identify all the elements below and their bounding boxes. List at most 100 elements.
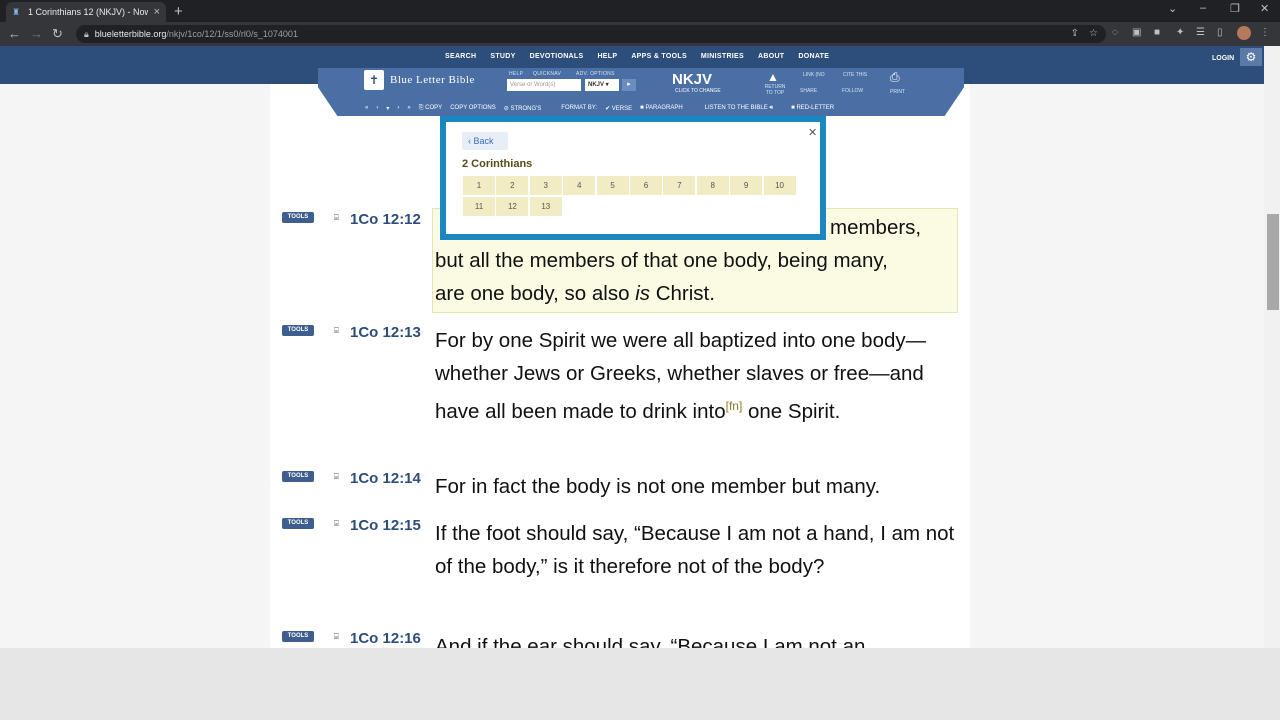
back-button[interactable]: ‹ Back: [462, 132, 508, 150]
chapter-button[interactable]: 9: [730, 176, 763, 195]
verse-note-icon[interactable]: ⌸: [334, 632, 339, 642]
verse-ref[interactable]: 1Co 12:13: [350, 324, 421, 341]
reading-list-icon[interactable]: ☰: [1196, 27, 1205, 38]
nav-apps-tools[interactable]: APPS & TOOLS: [624, 46, 694, 68]
puzzle-icon[interactable]: ✦: [1176, 27, 1184, 38]
scrollbar-thumb[interactable]: [1267, 214, 1279, 310]
browser-tab[interactable]: ♜ 1 Corinthians 12 (NKJV) - Now c ×: [6, 2, 166, 22]
share-label[interactable]: SHARE: [800, 88, 817, 94]
print-label[interactable]: PRINT: [890, 89, 905, 95]
copy-options-button[interactable]: COPY OPTIONS: [450, 105, 496, 111]
footnote-link[interactable]: [fn]: [726, 399, 743, 413]
verse-note-icon[interactable]: ⌸: [334, 472, 339, 482]
chapter-picker-popup: ‹ Back ✕ 2 Corinthians 1 2 3 4 5 6 7 8 9…: [440, 116, 826, 240]
version-title[interactable]: NKJV: [672, 71, 712, 88]
close-icon[interactable]: ✕: [808, 126, 817, 139]
share-icon[interactable]: ⇪: [1071, 28, 1079, 39]
scrollbar-track[interactable]: [1264, 46, 1280, 648]
chapter-button[interactable]: 2: [496, 176, 529, 195]
chapter-button[interactable]: 1: [463, 176, 495, 195]
down-icon[interactable]: ▾: [386, 105, 389, 112]
return-top-label[interactable]: RETURN TO TOP: [764, 84, 786, 96]
verse-note-icon[interactable]: ⌸: [334, 213, 339, 223]
nav-help[interactable]: HELP: [590, 46, 624, 68]
chapter-grid: 1 2 3 4 5 6 7 8 9 10 11 12 13: [463, 176, 797, 218]
chapter-button[interactable]: 7: [663, 176, 696, 195]
site-top-nav: SEARCH STUDY DEVOTIONALS HELP APPS & TOO…: [0, 46, 1264, 68]
print-icon[interactable]: ⎙: [890, 70, 900, 85]
extension-box-icon[interactable]: ▣: [1132, 27, 1141, 38]
reload-icon[interactable]: ↻: [52, 26, 63, 42]
last-chapter-icon[interactable]: »: [407, 105, 410, 111]
verse-tools-button[interactable]: TOOLS: [282, 212, 314, 223]
chapter-button[interactable]: 10: [763, 176, 796, 195]
chapter-button[interactable]: 13: [529, 197, 562, 216]
verse-tools-button[interactable]: TOOLS: [282, 518, 314, 529]
verse-ref[interactable]: 1Co 12:15: [350, 517, 421, 534]
verse-ref[interactable]: 1Co 12:14: [350, 470, 421, 487]
nav-study[interactable]: STUDY: [483, 46, 522, 68]
bible-toolbar: « ‹ ▾ › » ⎘ COPY COPY OPTIONS ⊘ STRONG'S…: [350, 101, 910, 115]
verse-tools-button[interactable]: TOOLS: [282, 631, 314, 642]
chapter-button[interactable]: 5: [596, 176, 629, 195]
verse-note-icon[interactable]: ⌸: [334, 326, 339, 336]
bookmark-star-icon[interactable]: ☆: [1089, 28, 1098, 39]
chevron-down-icon[interactable]: ⌄: [1168, 2, 1177, 15]
verse-tools-button[interactable]: TOOLS: [282, 325, 314, 336]
version-change-hint[interactable]: CLICK TO CHANGE: [675, 88, 721, 94]
back-arrow-icon[interactable]: ←: [8, 26, 21, 42]
tab-close-icon[interactable]: ×: [154, 6, 160, 18]
strongs-toggle[interactable]: ⊘ STRONG'S: [504, 105, 542, 112]
quicknav-label[interactable]: QUICKNAV: [533, 71, 561, 77]
red-letter-toggle[interactable]: ■ RED-LETTER: [791, 105, 834, 111]
book-title: 2 Corinthians: [462, 158, 533, 170]
adv-options-label[interactable]: ADV. OPTIONS: [576, 71, 615, 77]
listen-button[interactable]: LISTEN TO THE BIBLE 🔊︎: [705, 105, 773, 112]
search-go-button[interactable]: ▸: [622, 79, 636, 91]
verse-format-option[interactable]: ✔ VERSE: [605, 105, 632, 112]
nav-ministries[interactable]: MINISTRIES: [694, 46, 751, 68]
verse-ref[interactable]: 1Co 12:12: [350, 211, 421, 228]
cite-label[interactable]: CITE THIS: [843, 72, 867, 78]
kebab-menu-icon[interactable]: ⋮: [1260, 27, 1270, 38]
chapter-button[interactable]: 6: [629, 176, 662, 195]
nav-search[interactable]: SEARCH: [438, 46, 483, 68]
verse-note-icon[interactable]: ⌸: [334, 519, 339, 529]
gear-icon[interactable]: ⚙: [1240, 48, 1262, 66]
screen-bottom-area: [0, 648, 1280, 720]
link-label[interactable]: LINK (NO: [803, 72, 825, 78]
extension-dark-icon[interactable]: ■: [1154, 27, 1160, 38]
chapter-button[interactable]: 4: [563, 176, 596, 195]
restore-icon[interactable]: ❐: [1230, 2, 1240, 15]
chapter-button[interactable]: 3: [529, 176, 562, 195]
chapter-button[interactable]: 12: [496, 197, 529, 216]
chapter-button[interactable]: 8: [696, 176, 729, 195]
address-bar[interactable]: 🔒︎ blueletterbible.org/nkjv/1co/12/1/ss0…: [76, 25, 1106, 43]
paragraph-format-option[interactable]: ■ PARAGRAPH: [640, 105, 683, 111]
extension-circle-icon[interactable]: ◌: [1112, 27, 1118, 38]
bible-book-icon: ✝: [364, 70, 384, 90]
nav-donate[interactable]: DONATE: [791, 46, 836, 68]
verse-tools-button[interactable]: TOOLS: [282, 471, 314, 482]
new-tab-icon[interactable]: +: [174, 3, 183, 20]
side-panel-icon[interactable]: ▯: [1217, 27, 1223, 38]
copy-button[interactable]: ⎘ COPY: [419, 105, 442, 112]
verse-text-line: but all the members of that one body, be…: [435, 249, 888, 272]
profile-avatar[interactable]: [1237, 26, 1251, 40]
help-label[interactable]: HELP: [509, 71, 523, 77]
version-select[interactable]: NKJV ▾: [585, 79, 619, 91]
blb-logo[interactable]: ✝ Blue Letter Bible: [364, 70, 475, 90]
verse-search-input[interactable]: Verse or Word(s): [507, 79, 581, 91]
prev-chapter-icon[interactable]: ‹: [376, 105, 378, 111]
forward-arrow-icon[interactable]: →: [30, 26, 43, 42]
minimize-icon[interactable]: –: [1200, 2, 1206, 14]
return-top-icon[interactable]: ▲: [767, 70, 779, 84]
nav-devotionals[interactable]: DEVOTIONALS: [523, 46, 591, 68]
chapter-button[interactable]: 11: [463, 197, 495, 216]
verse-ref[interactable]: 1Co 12:16: [350, 630, 421, 647]
first-chapter-icon[interactable]: «: [365, 105, 368, 111]
follow-label[interactable]: FOLLOW: [842, 88, 863, 94]
window-close-icon[interactable]: ✕: [1260, 2, 1269, 15]
nav-about[interactable]: ABOUT: [751, 46, 791, 68]
next-chapter-icon[interactable]: ›: [397, 105, 399, 111]
